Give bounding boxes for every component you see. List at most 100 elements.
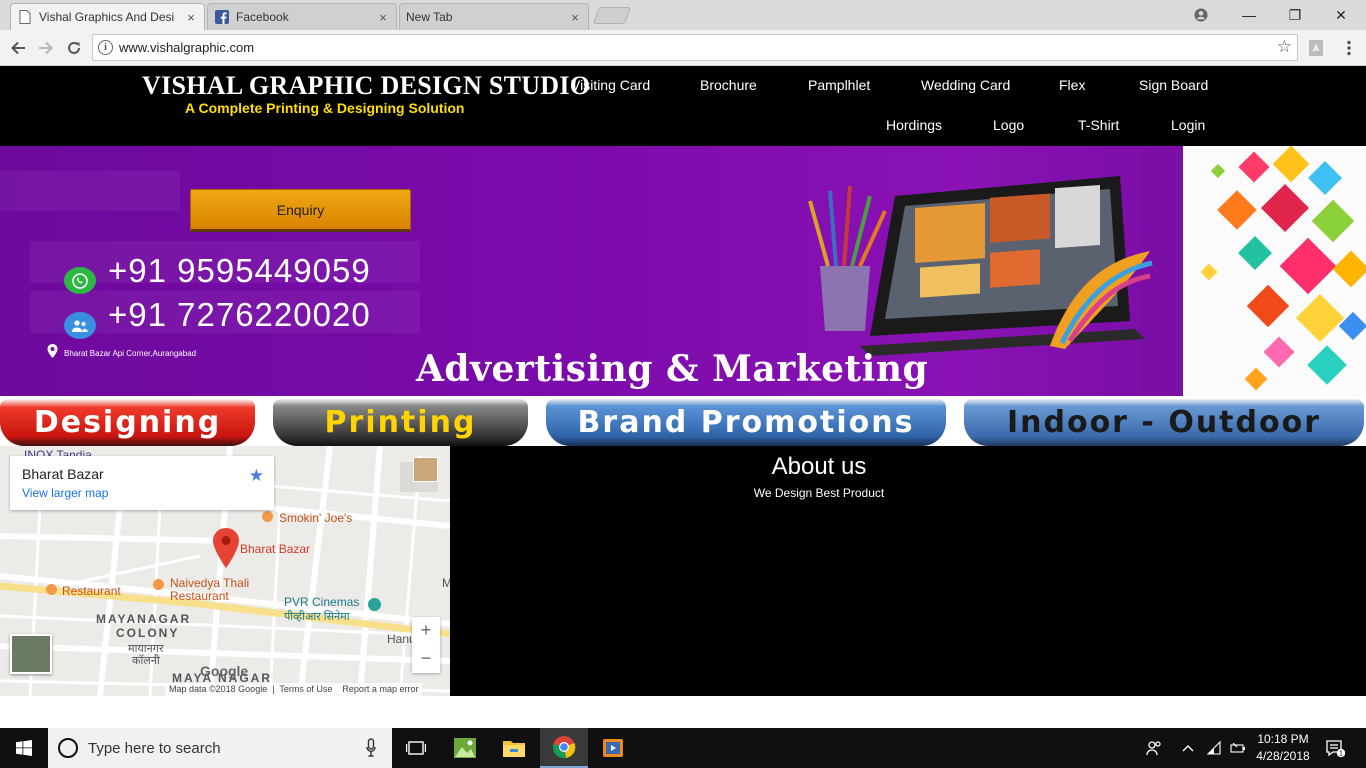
phone-number-2[interactable]: +91 7276220020 xyxy=(108,296,371,334)
back-icon[interactable] xyxy=(6,36,30,60)
whatsapp-icon xyxy=(64,267,96,294)
clock-time: 10:18 PM xyxy=(1257,732,1309,746)
web-page: VISHAL GRAPHIC DESIGN STUDIO A Complete … xyxy=(0,66,1366,728)
microphone-icon[interactable] xyxy=(366,738,376,758)
nav-visiting-card[interactable]: Visiting Card xyxy=(571,77,650,93)
notification-count: 1 xyxy=(1339,751,1343,758)
battery-icon[interactable] xyxy=(1228,728,1248,768)
maximize-button[interactable]: ❐ xyxy=(1272,0,1318,30)
map-label-smokin-joes: Smokin' Joe's xyxy=(279,511,353,525)
view-larger-map-link[interactable]: View larger map xyxy=(22,486,108,500)
service-printing[interactable]: Printing xyxy=(273,399,528,446)
decor-strip xyxy=(0,171,180,211)
map-label-colony-hindi: कॉलनी xyxy=(132,655,160,667)
phone-number-1[interactable]: +91 9595449059 xyxy=(108,252,371,290)
map-label-bharat-bazar: Bharat Bazar xyxy=(240,542,311,556)
browser-toolbar: i www.vishalgraphic.com ☆ xyxy=(0,30,1366,66)
map-label-restaurant: Restaurant xyxy=(62,584,121,598)
nav-sign-board[interactable]: Sign Board xyxy=(1139,77,1208,93)
about-heading: About us xyxy=(771,453,867,480)
terms-of-use-link[interactable]: Terms of Use xyxy=(279,684,332,694)
map-label-pvr: PVR Cinemas xyxy=(284,595,360,609)
service-indoor-outdoor[interactable]: Indoor - Outdoor xyxy=(964,399,1364,446)
map-label-m: M xyxy=(442,576,450,590)
map-footer: Map data ©2018 Google | Terms of Use Rep… xyxy=(165,683,423,696)
nav-login[interactable]: Login xyxy=(1171,117,1205,133)
address-bar[interactable]: i www.vishalgraphic.com ☆ xyxy=(92,34,1298,61)
profile-icon[interactable] xyxy=(1178,0,1224,30)
photos-app-icon[interactable] xyxy=(441,728,489,768)
restaurant-marker-icon xyxy=(262,511,273,522)
action-center-icon[interactable]: 1 xyxy=(1322,728,1348,768)
nav-flex[interactable]: Flex xyxy=(1059,77,1085,93)
tab-facebook[interactable]: Facebook × xyxy=(207,3,397,30)
hero-banner: Enquiry +91 9595449059 +91 7276220020 Bh… xyxy=(0,146,1366,396)
media-player-icon[interactable] xyxy=(589,728,637,768)
site-info-icon[interactable]: i xyxy=(98,40,113,55)
about-section: About us We Design Best Product xyxy=(450,446,1366,696)
page-icon xyxy=(17,9,33,25)
map-label-colony: COLONY xyxy=(116,626,180,640)
task-view-icon[interactable] xyxy=(392,728,440,768)
location-pin-icon xyxy=(47,344,58,358)
close-window-button[interactable]: ✕ xyxy=(1318,0,1364,30)
chevron-up-icon[interactable] xyxy=(1178,728,1198,768)
tab-title: New Tab xyxy=(406,10,453,24)
address-text: Bharat Bazar Api Corner,Aurangabad xyxy=(64,349,197,358)
report-map-error-link[interactable]: Report a map error xyxy=(342,684,418,694)
minimize-button[interactable]: — xyxy=(1226,0,1272,30)
map-data-credit: Map data ©2018 Google xyxy=(169,684,268,694)
nav-hordings[interactable]: Hordings xyxy=(886,117,942,133)
browser-tab-strip: Vishal Graphics And Desi × Facebook × Ne… xyxy=(0,0,1366,30)
bookmark-star-icon[interactable]: ☆ xyxy=(1277,37,1292,57)
map-label-naivedya: Naivedya Thali xyxy=(170,576,250,590)
wifi-icon[interactable] xyxy=(1204,728,1224,768)
close-tab-icon[interactable]: × xyxy=(376,10,390,25)
facebook-icon xyxy=(214,9,230,25)
file-explorer-icon[interactable] xyxy=(490,728,538,768)
save-place-star-icon[interactable]: ★ xyxy=(249,466,264,486)
nav-pamphlet[interactable]: Pamplhlet xyxy=(808,77,870,93)
nav-logo[interactable]: Logo xyxy=(993,117,1024,133)
windows-taskbar: Type here to search 10:18 PM 4/28/2018 1 xyxy=(0,728,1366,768)
new-tab-button[interactable] xyxy=(592,7,632,24)
chrome-taskbar-icon[interactable] xyxy=(540,728,588,768)
map-pin-icon[interactable] xyxy=(213,528,239,568)
zoom-out-button[interactable]: − xyxy=(412,645,440,673)
services-row: Designing Printing Brand Promotions Indo… xyxy=(0,399,1366,446)
taskbar-clock[interactable]: 10:18 PM 4/28/2018 xyxy=(1250,731,1316,765)
tab-new-tab[interactable]: New Tab × xyxy=(399,3,589,30)
close-tab-icon[interactable]: × xyxy=(184,10,198,25)
close-tab-icon[interactable]: × xyxy=(568,10,582,25)
windows-start-icon[interactable] xyxy=(0,728,48,768)
restaurant-marker-icon xyxy=(46,584,57,595)
tab-title: Facebook xyxy=(236,10,289,24)
satellite-view-toggle[interactable] xyxy=(10,634,52,674)
map-label-mayanagar: MAYANAGAR xyxy=(96,612,192,626)
reload-icon[interactable] xyxy=(62,36,86,60)
people-icon[interactable] xyxy=(1142,728,1166,768)
menu-icon[interactable] xyxy=(1340,39,1358,57)
embedded-map[interactable]: INOX Tandia Smokin' Joe's Bharat Bazar R… xyxy=(0,446,450,696)
enquiry-button[interactable]: Enquiry xyxy=(190,189,411,232)
map-label-pvr-hindi: पीव्हीआर सिनेमा xyxy=(284,611,350,623)
cortana-icon xyxy=(58,738,78,758)
tab-vishal-graphics[interactable]: Vishal Graphics And Desi × xyxy=(10,3,205,30)
forward-icon[interactable] xyxy=(34,36,58,60)
pdf-extension-icon[interactable] xyxy=(1307,39,1325,57)
nav-brochure[interactable]: Brochure xyxy=(700,77,757,93)
map-zoom-controls: + − xyxy=(412,617,440,673)
taskbar-search-box[interactable]: Type here to search xyxy=(48,728,392,768)
service-designing[interactable]: Designing xyxy=(0,399,255,446)
clock-date: 4/28/2018 xyxy=(1256,749,1310,763)
nav-t-shirt[interactable]: T-Shirt xyxy=(1078,117,1119,133)
google-logo: Google xyxy=(200,663,249,679)
nav-wedding-card[interactable]: Wedding Card xyxy=(921,77,1010,93)
zoom-in-button[interactable]: + xyxy=(412,617,440,645)
tab-title: Vishal Graphics And Desi xyxy=(39,10,175,24)
banner-slogan: Advertising & Marketing xyxy=(416,348,929,390)
site-title[interactable]: VISHAL GRAPHIC DESIGN STUDIO xyxy=(142,71,590,101)
user-avatar[interactable] xyxy=(413,457,438,482)
service-brand-promotions[interactable]: Brand Promotions xyxy=(546,399,946,446)
map-info-card: Bharat Bazar View larger map ★ xyxy=(10,456,274,510)
